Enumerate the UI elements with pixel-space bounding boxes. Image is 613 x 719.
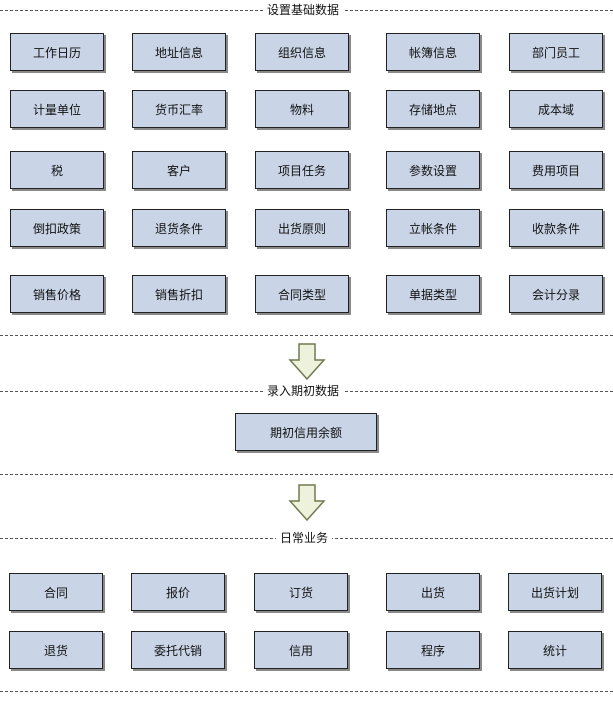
setup-item[interactable]: 费用项目 (509, 151, 603, 189)
daily-item[interactable]: 报价 (131, 573, 225, 611)
daily-item[interactable]: 统计 (508, 631, 602, 669)
setup-item[interactable]: 帐簿信息 (386, 33, 480, 71)
setup-item[interactable]: 组织信息 (255, 33, 349, 71)
section-divider-opening-end (0, 474, 613, 475)
setup-item[interactable]: 地址信息 (132, 33, 226, 71)
section-title-opening: 录入期初数据 (263, 384, 344, 398)
daily-item[interactable]: 出货 (386, 573, 480, 611)
setup-item[interactable]: 倒扣政策 (10, 209, 104, 247)
setup-item[interactable]: 销售价格 (10, 275, 104, 313)
section-title-daily: 日常业务 (276, 531, 333, 545)
daily-item[interactable]: 信用 (254, 631, 348, 669)
setup-item[interactable]: 销售折扣 (132, 275, 226, 313)
down-arrow-icon (288, 484, 326, 522)
setup-item[interactable]: 存储地点 (386, 90, 480, 128)
setup-item[interactable]: 客户 (132, 151, 226, 189)
setup-item[interactable]: 单据类型 (386, 275, 480, 313)
section-divider-setup-end (0, 335, 613, 336)
daily-item[interactable]: 合同 (9, 573, 103, 611)
setup-item[interactable]: 会计分录 (509, 275, 603, 313)
setup-item[interactable]: 成本域 (509, 90, 603, 128)
daily-item[interactable]: 出货计划 (508, 573, 602, 611)
setup-item[interactable]: 税 (10, 151, 104, 189)
setup-item[interactable]: 物料 (255, 90, 349, 128)
setup-item[interactable]: 出货原则 (255, 209, 349, 247)
setup-item[interactable]: 合同类型 (255, 275, 349, 313)
daily-item[interactable]: 订货 (254, 573, 348, 611)
opening-item[interactable]: 期初信用余额 (235, 413, 377, 451)
setup-item[interactable]: 计量单位 (10, 90, 104, 128)
section-title-setup: 设置基础数据 (263, 3, 344, 17)
down-arrow-icon (288, 343, 326, 381)
setup-item[interactable]: 货币汇率 (132, 90, 226, 128)
section-divider-bottom (0, 691, 613, 692)
setup-item[interactable]: 收款条件 (509, 209, 603, 247)
daily-item[interactable]: 退货 (9, 631, 103, 669)
setup-item[interactable]: 项目任务 (255, 151, 349, 189)
setup-item[interactable]: 退货条件 (132, 209, 226, 247)
setup-item[interactable]: 部门员工 (509, 33, 603, 71)
setup-item[interactable]: 立帐条件 (386, 209, 480, 247)
setup-item[interactable]: 工作日历 (10, 33, 104, 71)
daily-item[interactable]: 委托代销 (131, 631, 225, 669)
daily-item[interactable]: 程序 (386, 631, 480, 669)
setup-item[interactable]: 参数设置 (386, 151, 480, 189)
